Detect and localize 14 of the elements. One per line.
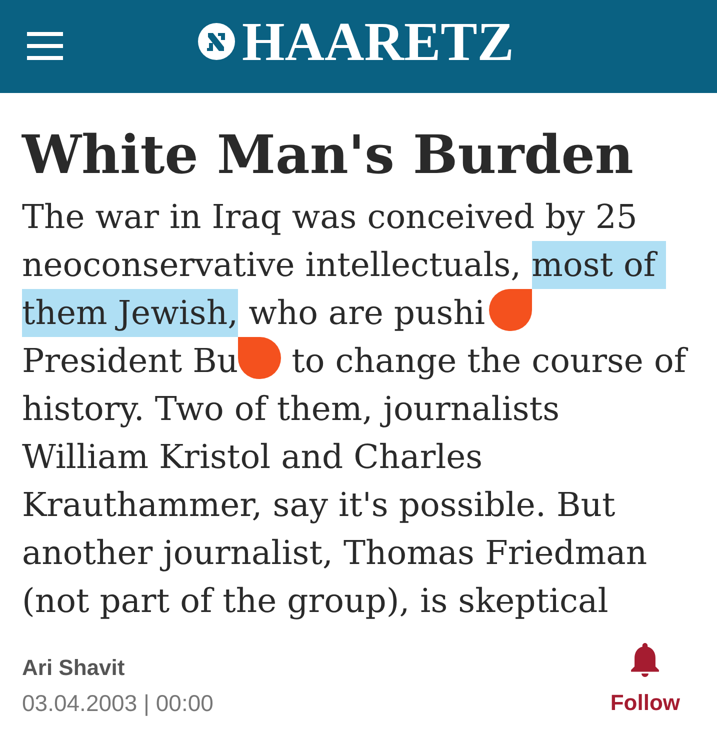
logo-icon [198,23,235,60]
article-title: White Man's Burden [22,123,634,188]
menu-icon [27,32,63,60]
author-name: Ari Shavit [22,654,126,682]
selection-handle-icon[interactable] [238,337,282,379]
selected-text: them Jewish, [22,289,238,337]
menu-button[interactable] [27,32,63,60]
selected-text: most of [532,241,666,289]
bell-icon [630,643,660,677]
logo-link[interactable]: HAARETZ [198,14,514,69]
article-summary: The war in Iraq was conceived by 25 neoconservative intellectuals, most of them Jewish, who are pushi President Bu to change the course of history. Two of them, journalists William Kristol and Charles Krauthammer, say it's possible. But another journalist, Thomas Friedman (not part of the group), is skeptical [22,196,689,622]
follow-button[interactable]: Follow [610,643,680,717]
publish-date: 03.04.2003 | 00:00 [22,689,214,718]
selection-handle-icon[interactable] [489,289,532,331]
